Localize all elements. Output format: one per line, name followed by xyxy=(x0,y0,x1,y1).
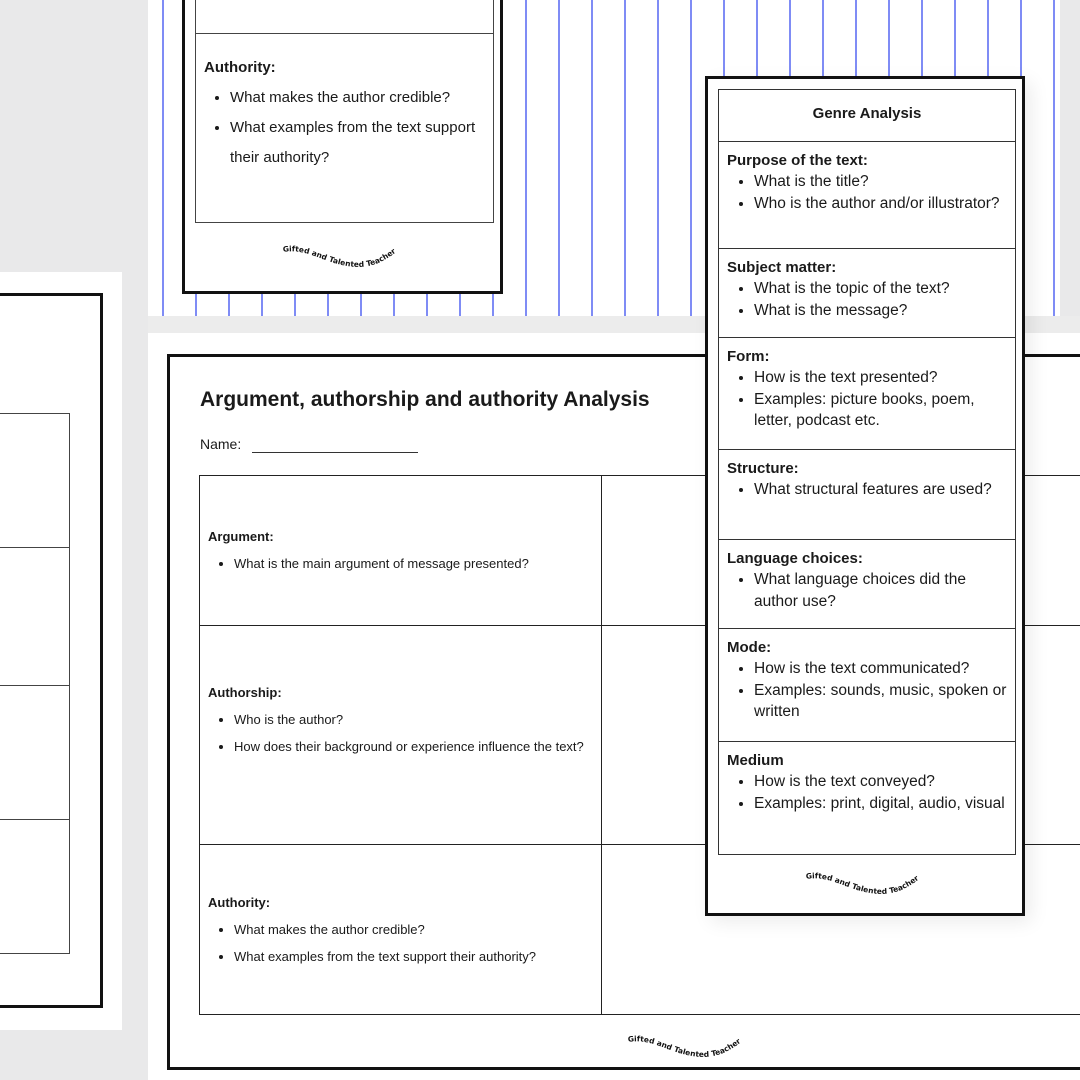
bullet-item: How does their background or experience … xyxy=(234,733,598,760)
authority-section: Authority: What makes the author credibl… xyxy=(204,53,485,173)
bullet-item: How is the text conveyed? xyxy=(754,771,1007,793)
bullet-item: What makes the author credible? xyxy=(234,916,598,943)
section-heading: Medium xyxy=(727,752,784,769)
stripe-line xyxy=(1053,0,1055,316)
genre-title-row: Genre Analysis xyxy=(719,90,1015,141)
bullet-item: What is the topic of the text? xyxy=(754,278,1007,300)
table-row-divider xyxy=(0,685,69,686)
row-heading: Authorship: xyxy=(208,685,282,700)
table-row-divider xyxy=(0,819,69,820)
bullet-list: How is the text conveyed? Examples: prin… xyxy=(727,771,1007,814)
table-row-divider xyxy=(196,33,493,34)
stripe-line xyxy=(558,0,560,316)
bullet-item: What examples from the text support thei… xyxy=(230,113,485,173)
bullet-list: Who is the author? How does their backgr… xyxy=(208,706,598,760)
logo-text: Gifted and Talented Teacher xyxy=(282,244,397,269)
bullet-item: Who is the author? xyxy=(234,706,598,733)
brand-logo: Gifted and Talented Teacher xyxy=(282,244,397,269)
table-row-divider xyxy=(0,547,69,548)
svg-text:Gifted and Talented Teacher: Gifted and Talented Teacher xyxy=(805,871,920,896)
genre-section-mode: Mode: How is the text communicated? Exam… xyxy=(719,628,1015,741)
stripe-line xyxy=(657,0,659,316)
genre-title: Genre Analysis xyxy=(812,105,922,122)
svg-text:Gifted and Talented Teacher: Gifted and Talented Teacher xyxy=(282,244,397,269)
genre-section-form: Form: How is the text presented? Example… xyxy=(719,337,1015,449)
bullet-item: What examples from the text support thei… xyxy=(234,943,598,970)
brand-logo: Gifted and Talented Teacher xyxy=(627,1034,742,1059)
bullet-list: What structural features are used? xyxy=(727,479,1007,501)
authority-card: Authority: What makes the author credibl… xyxy=(182,0,503,294)
column-divider xyxy=(601,476,602,1014)
table-row-authorship: Authorship: Who is the author? How does … xyxy=(208,685,598,760)
bullet-list: How is the text communicated? Examples: … xyxy=(727,658,1007,723)
brand-logo: Gifted and Talented Teacher xyxy=(805,871,920,896)
genre-section-subject-matter: Subject matter: What is the topic of the… xyxy=(719,248,1015,337)
left-worksheet-table xyxy=(0,413,70,954)
section-heading: Purpose of the text: xyxy=(727,152,868,169)
worksheet-title: Argument, authorship and authority Analy… xyxy=(200,388,650,411)
authority-card-table: Authority: What makes the author credibl… xyxy=(195,0,494,223)
bullet-item: What language choices did the author use… xyxy=(754,569,1007,612)
logo-text: Gifted and Talented Teacher xyxy=(805,871,920,896)
bullet-list: What makes the author credible? What exa… xyxy=(208,916,598,970)
logo-text: Gifted and Talented Teacher xyxy=(627,1034,742,1059)
section-heading: Subject matter: xyxy=(727,259,837,276)
bullet-item: What is the title? xyxy=(754,171,1007,193)
genre-section-purpose: Purpose of the text: What is the title? … xyxy=(719,141,1015,248)
stripe-line xyxy=(591,0,593,316)
section-heading: Authority: xyxy=(204,59,276,76)
stripe-line xyxy=(525,0,527,316)
stripe-line xyxy=(624,0,626,316)
table-row-authority: Authority: What makes the author credibl… xyxy=(208,895,598,970)
bullet-item: Examples: print, digital, audio, visual xyxy=(754,793,1007,815)
bullet-item: What makes the author credible? xyxy=(230,83,485,113)
bullet-list: What makes the author credible? What exa… xyxy=(204,83,485,173)
section-heading: Structure: xyxy=(727,460,799,477)
stripe-line xyxy=(162,0,164,316)
bullet-item: How is the text communicated? xyxy=(754,658,1007,680)
bullet-item: Who is the author and/or illustrator? xyxy=(754,193,1007,215)
genre-analysis-table: Genre Analysis Purpose of the text: What… xyxy=(718,89,1016,855)
bullet-item: What structural features are used? xyxy=(754,479,1007,501)
row-heading: Argument: xyxy=(208,529,274,544)
name-label: Name: xyxy=(200,436,242,452)
section-heading: Mode: xyxy=(727,639,772,656)
genre-analysis-card: Genre Analysis Purpose of the text: What… xyxy=(705,76,1025,916)
genre-section-medium: Medium How is the text conveyed? Example… xyxy=(719,741,1015,853)
table-row-argument: Argument: What is the main argument of m… xyxy=(208,529,598,577)
row-heading: Authority: xyxy=(208,895,271,910)
section-heading: Language choices: xyxy=(727,550,863,567)
bullet-list: How is the text presented? Examples: pic… xyxy=(727,367,1007,432)
stripe-line xyxy=(690,0,692,316)
bullet-item: Examples: picture books, poem, letter, p… xyxy=(754,389,1007,432)
section-heading: Form: xyxy=(727,348,770,365)
bullet-item: What is the main argument of message pre… xyxy=(234,550,598,577)
genre-section-structure: Structure: What structural features are … xyxy=(719,449,1015,539)
name-field[interactable] xyxy=(252,452,418,453)
bullet-list: What is the main argument of message pre… xyxy=(208,550,598,577)
bullet-list: What language choices did the author use… xyxy=(727,569,1007,612)
genre-section-language-choices: Language choices: What language choices … xyxy=(719,539,1015,628)
bullet-list: What is the title? Who is the author and… xyxy=(727,171,1007,214)
bullet-item: What is the message? xyxy=(754,300,1007,322)
svg-text:Gifted and Talented Teacher: Gifted and Talented Teacher xyxy=(627,1034,742,1059)
bullet-item: How is the text presented? xyxy=(754,367,1007,389)
bullet-list: What is the topic of the text? What is t… xyxy=(727,278,1007,321)
bullet-item: Examples: sounds, music, spoken or writt… xyxy=(754,680,1007,723)
